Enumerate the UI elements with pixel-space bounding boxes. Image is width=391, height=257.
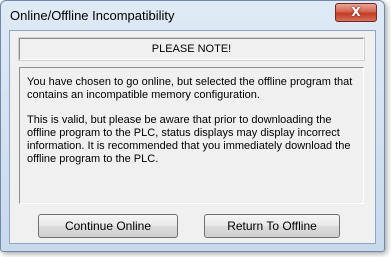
message-paragraph-1: You have chosen to go online, but select…: [27, 76, 353, 101]
note-heading-box: PLEASE NOTE!: [18, 37, 365, 61]
close-button[interactable]: X: [335, 3, 377, 22]
continue-online-button[interactable]: Continue Online: [38, 214, 178, 238]
message-box: You have chosen to go online, but select…: [19, 67, 364, 204]
note-heading: PLEASE NOTE!: [151, 43, 232, 55]
close-icon: X: [351, 5, 361, 19]
return-to-offline-button[interactable]: Return To Offline: [204, 214, 340, 238]
title-bar[interactable]: Online/Offline Incompatibility X: [1, 1, 384, 30]
window-title: Online/Offline Incompatibility: [10, 8, 175, 23]
message-paragraph-2: This is valid, but please be aware that …: [27, 114, 351, 165]
